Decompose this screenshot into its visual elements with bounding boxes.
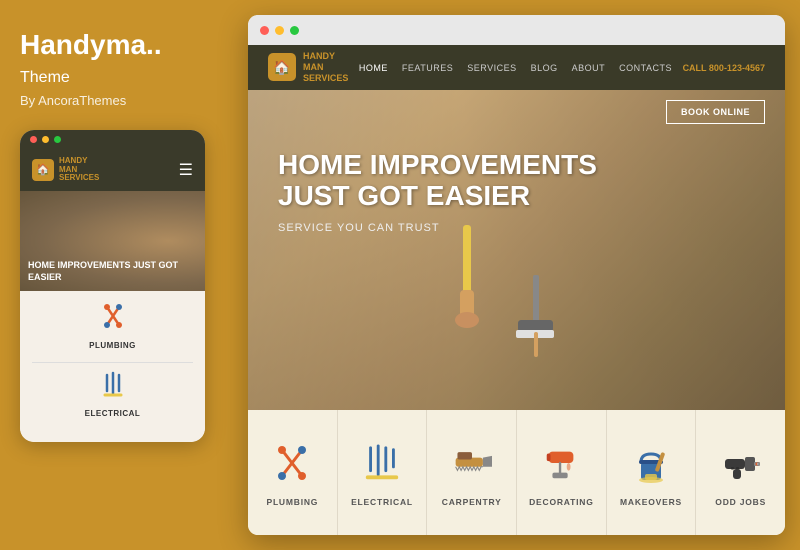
book-online-button[interactable]: BOOK ONLINE	[666, 100, 765, 124]
hero-title: HOME IMPROVEMENTS JUST GOT EASIER	[278, 150, 755, 212]
service-label-carpentry: CARPENTRY	[442, 497, 502, 507]
mobile-service-electrical[interactable]: ELECTRICAL	[32, 371, 193, 418]
mobile-content: PLUMBING ELECTRICAL	[20, 291, 205, 442]
electrical-icon	[102, 371, 124, 405]
service-item-plumbing[interactable]: PLUMBING	[248, 410, 338, 535]
theme-author: By AncoraThemes	[20, 93, 220, 108]
nav-link-blog[interactable]: BLOG	[531, 63, 558, 73]
makeovers-service-icon	[631, 439, 671, 489]
mobile-logo: 🏠 HANDY MAN SERVICES	[32, 157, 99, 183]
hero-section: BOOK ONLINE HOME IMPROVEMENTS JUST GOT E…	[248, 90, 785, 410]
mobile-divider	[32, 362, 193, 363]
mobile-dot-green	[54, 136, 61, 143]
mobile-dot-red	[30, 136, 37, 143]
hero-tool-right	[508, 275, 568, 370]
decorating-service-icon	[541, 439, 581, 489]
plumbing-service-icon	[272, 439, 312, 489]
service-item-odd-jobs[interactable]: ODD JOBS	[696, 410, 785, 535]
browser-top-bar	[248, 15, 785, 45]
mobile-header: 🏠 HANDY MAN SERVICES ☰	[20, 149, 205, 191]
nav-logo: 🏠 HANDY MAN SERVICES	[268, 51, 348, 83]
mobile-service-electrical-label: ELECTRICAL	[85, 409, 141, 418]
nav-link-contacts[interactable]: CONTACTS	[619, 63, 672, 73]
carpentry-service-icon	[452, 439, 492, 489]
nav-link-features[interactable]: FEATURES	[402, 63, 453, 73]
plumbing-icon	[99, 303, 127, 337]
browser-dot-red	[260, 26, 269, 35]
theme-title: Handyma..	[20, 30, 220, 61]
nav-link-home[interactable]: HOME	[359, 63, 388, 73]
mobile-hero: HOME IMPROVEMENTS JUST GOT EASIER	[20, 191, 205, 291]
mobile-dot-yellow	[42, 136, 49, 143]
service-item-decorating[interactable]: DECORATING	[517, 410, 607, 535]
browser-nav: 🏠 HANDY MAN SERVICES HOME FEATURES SERVI…	[248, 45, 785, 90]
browser-mockup: 🏠 HANDY MAN SERVICES HOME FEATURES SERVI…	[248, 15, 785, 535]
nav-links: HOME FEATURES SERVICES BLOG ABOUT CONTAC…	[359, 63, 672, 73]
mobile-hamburger-icon[interactable]: ☰	[179, 160, 193, 180]
service-label-electrical: ELECTRICAL	[351, 497, 413, 507]
service-label-makeovers: MAKEOVERS	[620, 497, 682, 507]
mobile-hero-text: HOME IMPROVEMENTS JUST GOT EASIER	[28, 260, 197, 283]
service-label-plumbing: PLUMBING	[266, 497, 318, 507]
nav-logo-text: HANDY MAN SERVICES	[303, 51, 348, 83]
electrical-service-icon	[362, 439, 402, 489]
service-item-carpentry[interactable]: CARPENTRY	[427, 410, 517, 535]
nav-link-services[interactable]: SERVICES	[467, 63, 516, 73]
browser-dot-yellow	[275, 26, 284, 35]
nav-call: CALL 800-123-4567	[683, 63, 765, 73]
hero-subtitle: SERVICE YOU CAN TRUST	[278, 222, 755, 234]
nav-logo-icon: 🏠	[268, 53, 296, 81]
theme-subtitle: Theme	[20, 69, 220, 87]
mobile-service-plumbing-label: PLUMBING	[89, 341, 136, 350]
service-label-odd-jobs: ODD JOBS	[715, 497, 766, 507]
mobile-logo-text: HANDY MAN SERVICES	[59, 157, 99, 183]
left-panel: Handyma.. Theme By AncoraThemes 🏠 HANDY …	[0, 0, 240, 550]
mobile-service-plumbing[interactable]: PLUMBING	[32, 303, 193, 350]
mobile-top-bar	[20, 130, 205, 149]
services-bar: PLUMBING ELECTRICAL	[248, 410, 785, 535]
service-item-makeovers[interactable]: MAKEOVERS	[607, 410, 697, 535]
mobile-mockup: 🏠 HANDY MAN SERVICES ☰ HOME IMPROVEMENTS…	[20, 130, 205, 442]
odd-jobs-service-icon	[721, 439, 761, 489]
browser-dot-green	[290, 26, 299, 35]
service-label-decorating: DECORATING	[529, 497, 594, 507]
nav-link-about[interactable]: ABOUT	[572, 63, 606, 73]
service-item-electrical[interactable]: ELECTRICAL	[338, 410, 428, 535]
mobile-logo-icon: 🏠	[32, 159, 54, 181]
